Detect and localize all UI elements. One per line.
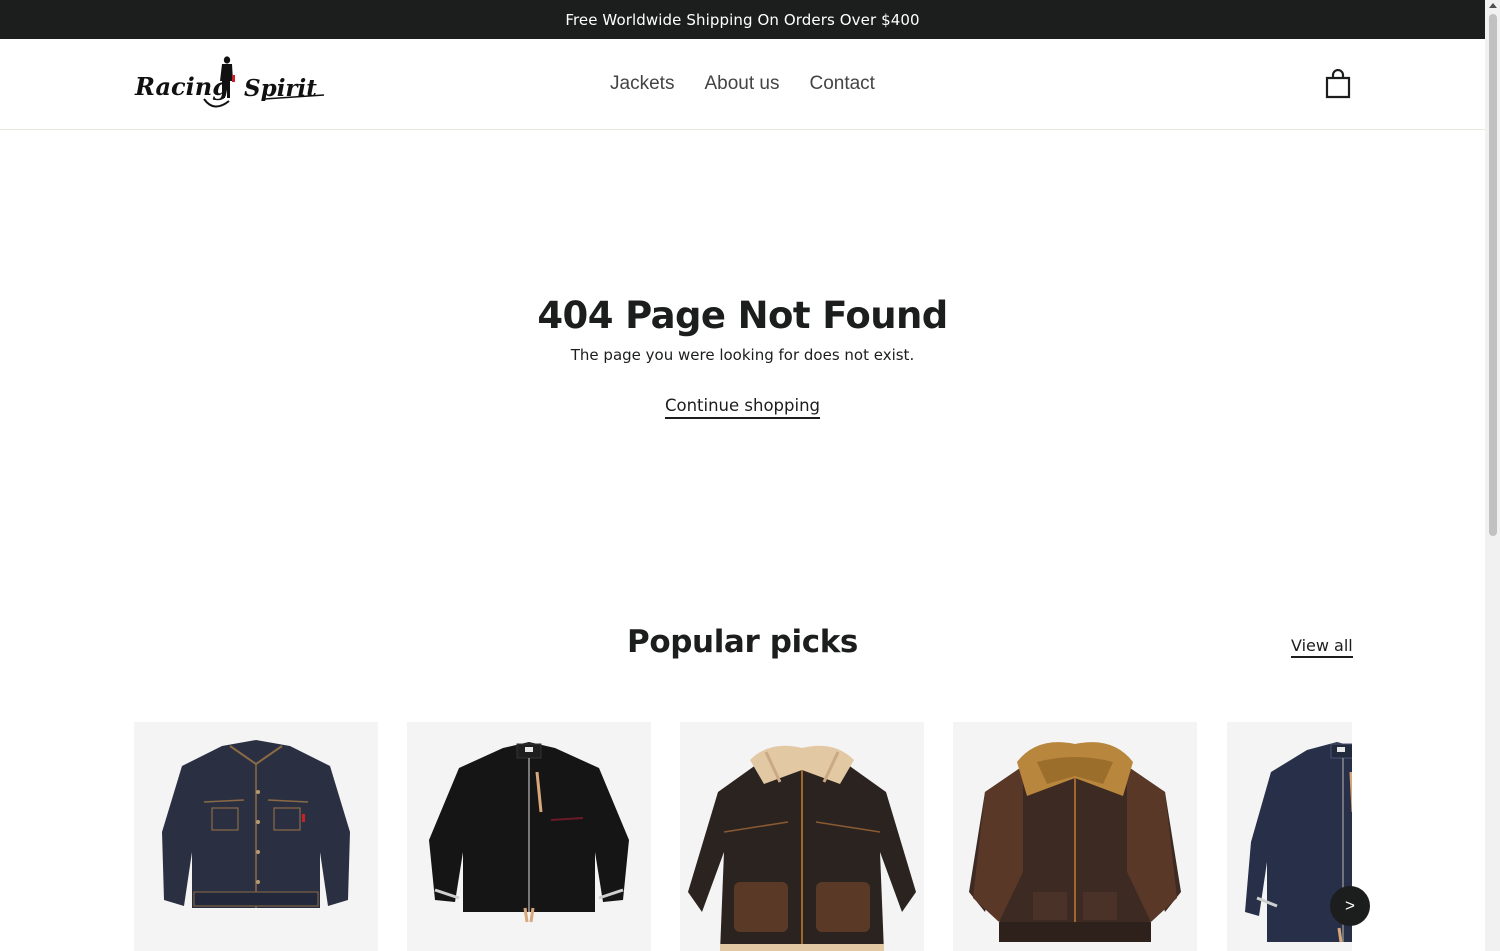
scrollbar-thumb[interactable]: [1489, 14, 1497, 536]
announcement-bar: Free Worldwide Shipping On Orders Over $…: [0, 0, 1485, 39]
nav-link-jackets[interactable]: Jackets: [595, 73, 689, 95]
not-found-message: The page you were looking for does not e…: [570, 346, 915, 364]
flight-jacket-image: [969, 742, 1181, 942]
page-title: 404 Page Not Found: [537, 294, 948, 337]
popular-picks-title: Popular picks: [627, 624, 858, 660]
black-racer-jacket-image: [429, 742, 629, 923]
nav-link-about-us[interactable]: About us: [689, 73, 794, 95]
carousel-next-button[interactable]: >: [1330, 886, 1370, 926]
site-header: Racing Spirit Jackets About us Contact: [0, 39, 1485, 130]
shopping-bag-icon[interactable]: [1324, 69, 1352, 99]
leather-shearling-jacket-image: [688, 745, 916, 951]
main-nav: Jackets About us Contact: [0, 39, 1485, 129]
product-card[interactable]: [953, 722, 1197, 951]
product-card[interactable]: [407, 722, 651, 951]
product-card[interactable]: [134, 722, 378, 951]
view-all-link[interactable]: View all: [1291, 636, 1353, 658]
denim-trucker-jacket-image: [162, 740, 350, 908]
not-found-section: 404 Page Not Found The page you were loo…: [0, 292, 1485, 419]
product-card[interactable]: [680, 722, 924, 951]
continue-shopping-link[interactable]: Continue shopping: [664, 396, 821, 419]
scroll-up-arrow-icon[interactable]: [1489, 3, 1497, 8]
announcement-text: Free Worldwide Shipping On Orders Over $…: [565, 10, 920, 29]
product-carousel: [134, 722, 1352, 951]
nav-link-contact[interactable]: Contact: [794, 73, 889, 95]
